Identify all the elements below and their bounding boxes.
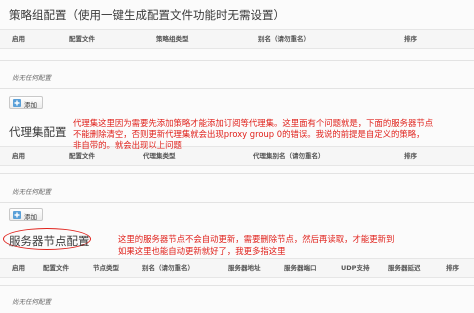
column-enabled: 启用 (12, 152, 25, 160)
column-enabled: 启用 (12, 264, 25, 272)
strategy-table-header: 启用 配置文件 策略组类型 别名（请勿重名） 排序 (0, 29, 474, 49)
server-table-divider (0, 285, 474, 286)
proxy-section-title: 代理集配置 (9, 125, 67, 139)
proxy-table-header: 启用 配置文件 代理集类型 代理集别名（请勿重名） 排序 (0, 146, 474, 166)
column-config-file: 配置文件 (69, 35, 95, 43)
column-server-latency: 服务器延迟 (388, 264, 421, 272)
proxy-annotation-line-3: 非自带的。就会出现以上问题 (73, 140, 182, 150)
strategy-table-bottom (0, 88, 474, 89)
column-order: 排序 (404, 35, 417, 43)
proxy-annotation-line-1: 代理集这里因为需要先添加策略才能添加订阅等代理集。这里面有个问题就是，下面的服务… (73, 118, 434, 128)
strategy-empty-text: 尚无任何配置 (12, 74, 51, 82)
column-server-address: 服务器地址 (228, 264, 261, 272)
server-annotation-line-1: 这里的服务器节点不会自动更新，需要删除节点，然后再读取，才能更新到 (118, 234, 395, 244)
column-order: 排序 (404, 152, 417, 160)
add-icon (13, 211, 21, 219)
column-server-port: 服务器端口 (284, 264, 317, 272)
column-order: 排序 (446, 264, 459, 272)
proxy-table-divider (0, 173, 474, 174)
proxy-empty-text: 尚无任何配置 (12, 188, 51, 196)
server-empty-text: 尚无任何配置 (12, 298, 51, 306)
column-config-file: 配置文件 (43, 264, 69, 272)
strategy-section-title: 策略组配置（使用一键生成配置文件功能时无需设置） (9, 8, 285, 22)
column-config-file: 配置文件 (69, 152, 95, 160)
add-button-label: 添加 (24, 213, 37, 221)
proxy-annotation-line-2: 不能删除清空，否则更新代理集就会出现proxy group 0的错误。我说的前提… (73, 129, 425, 139)
add-icon (13, 99, 21, 107)
column-node-type: 节点类型 (93, 264, 119, 272)
proxy-table-bottom (0, 202, 474, 203)
strategy-table-divider (0, 60, 474, 61)
proxy-add-button[interactable]: 添加 (9, 208, 43, 221)
column-udp-support: UDP支持 (341, 264, 370, 272)
column-enabled: 启用 (12, 35, 25, 43)
server-section-title: 服务器节点配置 (9, 234, 90, 248)
column-proxy-alias: 代理集别名（请勿重名） (253, 152, 325, 160)
column-proxy-type: 代理集类型 (143, 152, 176, 160)
strategy-add-button[interactable]: 添加 (9, 96, 43, 109)
add-button-label: 添加 (24, 101, 37, 109)
server-table-header: 启用 配置文件 节点类型 别名（请勿重名） 服务器地址 服务器端口 UDP支持 … (0, 258, 474, 278)
server-annotation-line-2: 如果这里也能自动更新就好了，我更多指这里 (118, 246, 286, 256)
column-alias: 别名（请勿重名） (258, 35, 310, 43)
column-alias: 别名（请勿重名） (142, 264, 194, 272)
column-group-type: 策略组类型 (156, 35, 189, 43)
